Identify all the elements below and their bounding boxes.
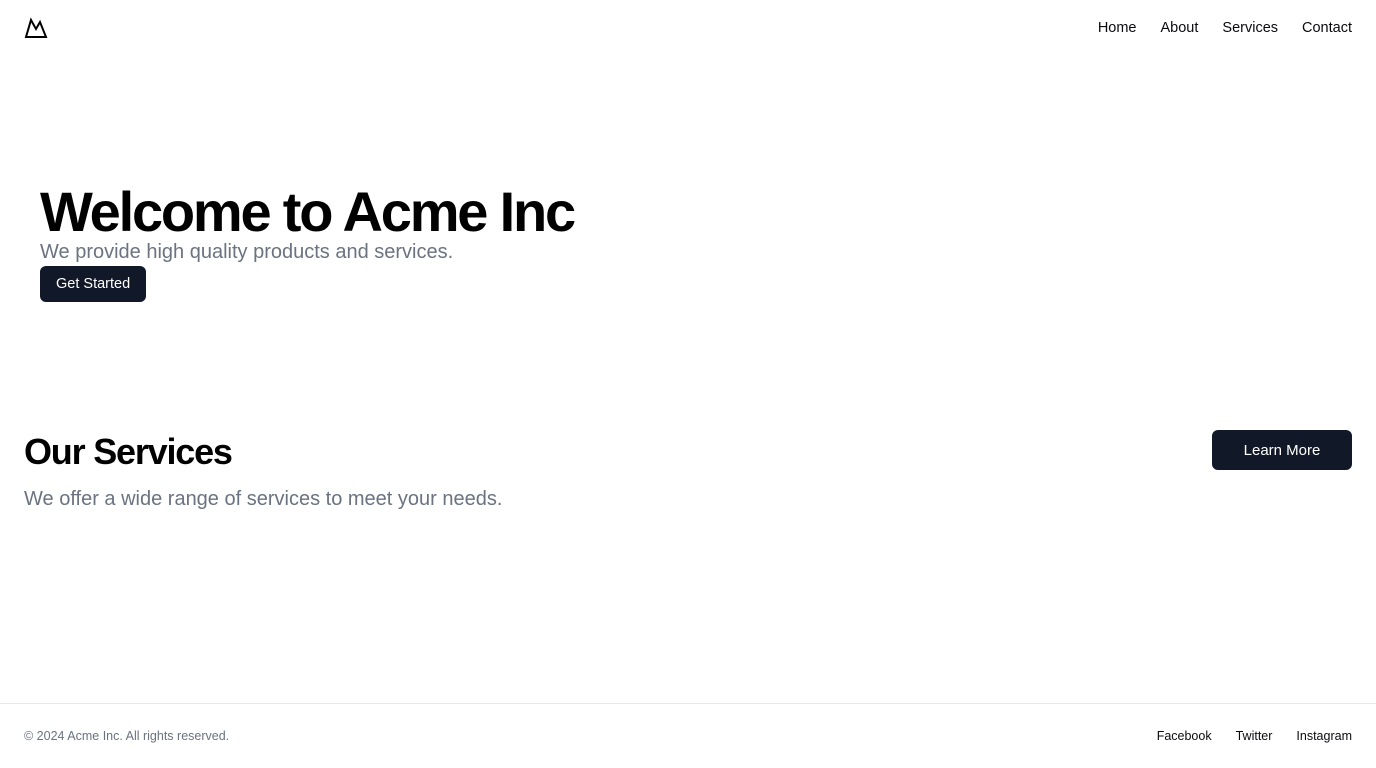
logo-link[interactable] (24, 16, 48, 40)
hero-section: Welcome to Acme Inc We provide high qual… (40, 180, 576, 302)
nav-link-about[interactable]: About (1161, 18, 1199, 38)
services-title: Our Services (24, 431, 233, 472)
learn-more-button[interactable]: Learn More (1212, 430, 1352, 470)
mountain-icon (24, 16, 48, 40)
nav-link-home[interactable]: Home (1098, 18, 1137, 38)
get-started-button[interactable]: Get Started (40, 266, 147, 302)
social-links: Facebook Twitter Instagram (1157, 728, 1352, 744)
copyright-text: © 2024 Acme Inc. All rights reserved. (24, 729, 230, 743)
services-subtitle: We offer a wide range of services to mee… (24, 488, 503, 510)
main-nav: Home About Services Contact (1098, 18, 1352, 38)
site-header: Home About Services Contact (0, 0, 1376, 56)
footer-link-facebook[interactable]: Facebook (1157, 728, 1212, 744)
site-footer: © 2024 Acme Inc. All rights reserved. Fa… (0, 703, 1376, 768)
footer-link-instagram[interactable]: Instagram (1296, 728, 1352, 744)
footer-link-twitter[interactable]: Twitter (1236, 728, 1273, 744)
hero-subtitle: We provide high quality products and ser… (40, 241, 454, 263)
hero-title: Welcome to Acme Inc (40, 180, 576, 243)
nav-link-services[interactable]: Services (1222, 18, 1278, 38)
nav-link-contact[interactable]: Contact (1302, 18, 1352, 38)
